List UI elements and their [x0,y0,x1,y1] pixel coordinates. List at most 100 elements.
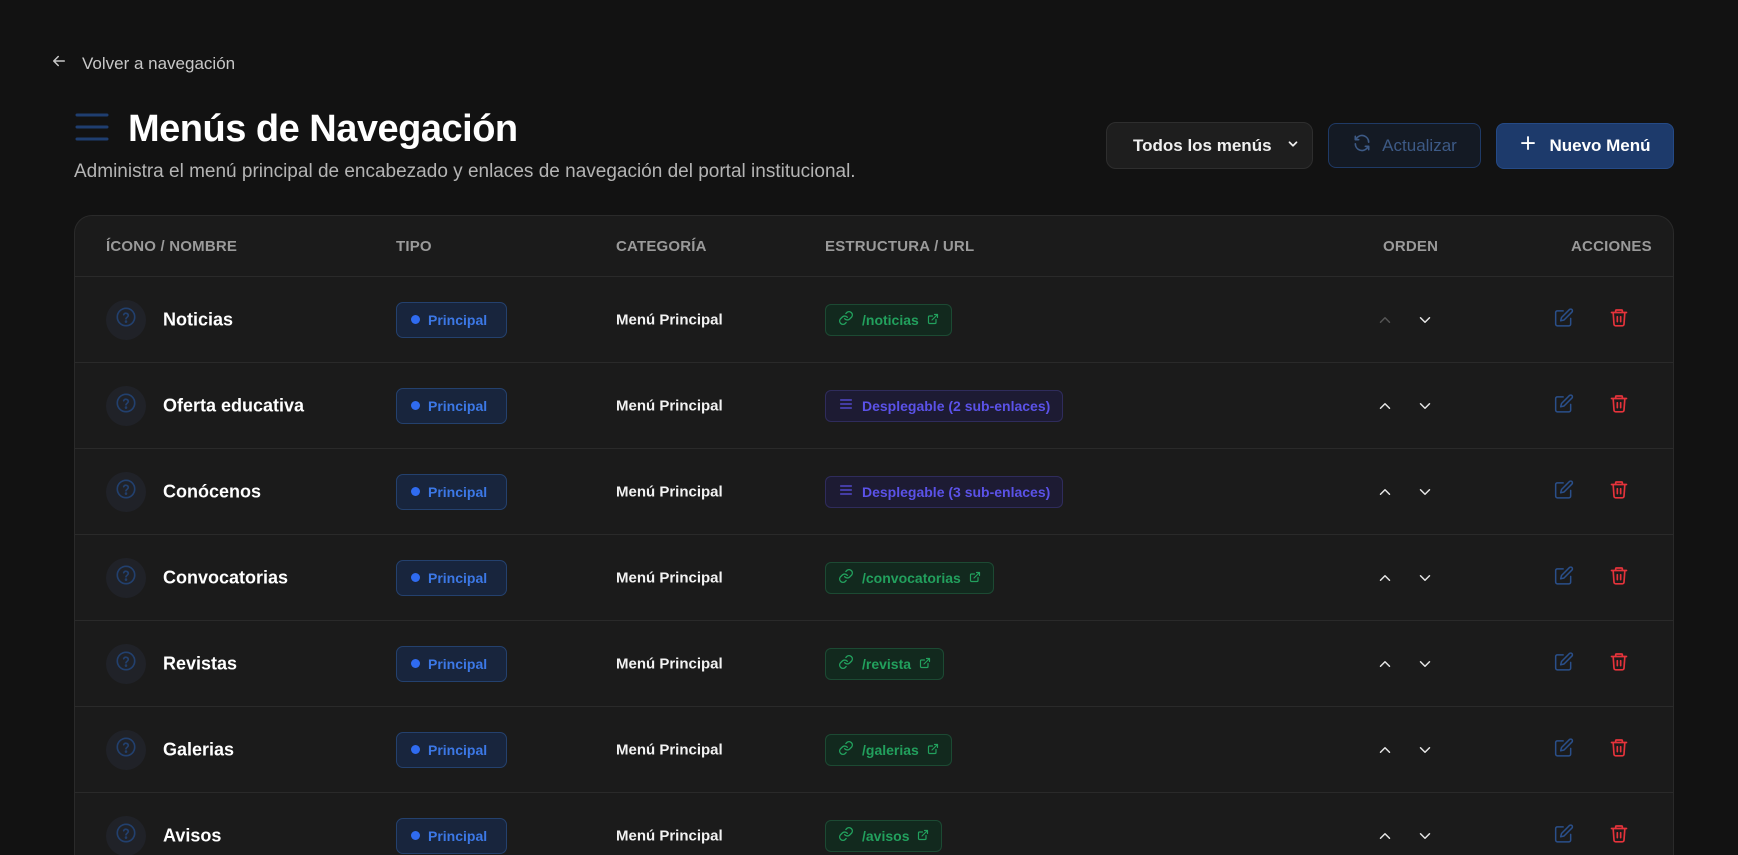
structure-pill[interactable]: /convocatorias [825,561,994,594]
type-label: Principal [428,483,488,500]
move-up-button[interactable] [1376,397,1394,415]
structure-label: Desplegable (3 sub-enlaces) [862,483,1051,500]
help-circle-icon [115,478,137,505]
type-label: Principal [428,311,488,328]
structure-pill[interactable]: /revista [825,647,945,680]
edit-button[interactable] [1554,393,1574,418]
list-icon [840,399,852,409]
delete-button[interactable] [1609,479,1629,504]
table-row: Oferta educativa Principal Menú Principa… [75,363,1673,449]
type-dot [411,659,420,668]
menu-item-name: Revistas [163,653,238,673]
menu-item-name: Oferta educativa [163,395,305,415]
structure-label: /revista [862,655,912,672]
category-label: Menú Principal [616,397,723,414]
type-badge: Principal [396,645,507,682]
table-row: Galerias Principal Menú Principal /galer… [75,707,1673,793]
structure-label: /convocatorias [862,569,961,586]
chevron-down-icon [1286,136,1300,156]
delete-button[interactable] [1609,651,1629,676]
structure-pill[interactable]: Desplegable (3 sub-enlaces) [825,475,1064,508]
menu-filter-select[interactable]: Todos los menús [1106,122,1313,169]
chevron-up-icon [1379,402,1391,409]
edit-button[interactable] [1554,651,1574,676]
edit-button[interactable] [1554,307,1574,332]
category-label: Menú Principal [616,569,723,586]
help-circle-icon [115,564,137,591]
move-down-button[interactable] [1416,655,1434,673]
order-controls [1376,397,1434,415]
move-down-button[interactable] [1416,311,1434,329]
chevron-down-icon [1419,832,1431,839]
order-controls [1376,483,1434,501]
move-up-button[interactable] [1376,655,1394,673]
type-badge: Principal [396,301,507,338]
edit-button[interactable] [1554,737,1574,762]
back-link[interactable]: Volver a navegación [50,52,235,75]
column-header-structure: ESTRUCTURA / URL [825,238,975,255]
type-dot [411,315,420,324]
trash-icon [1610,394,1628,413]
table-row: Convocatorias Principal Menú Principal /… [75,535,1673,621]
refresh-button[interactable]: Actualizar [1328,123,1481,168]
type-badge: Principal [396,473,507,510]
category-label: Menú Principal [616,483,723,500]
category-label: Menú Principal [616,827,723,844]
delete-button[interactable] [1609,823,1629,848]
menu-item-icon [106,557,146,598]
new-menu-label: Nuevo Menú [1549,135,1651,155]
column-header-name: ÍCONO / NOMBRE [106,238,238,255]
new-menu-button[interactable]: Nuevo Menú [1496,122,1674,169]
structure-pill[interactable]: Desplegable (2 sub-enlaces) [825,389,1064,422]
chevron-down-icon [1419,574,1431,581]
help-circle-icon [115,736,137,763]
edit-button[interactable] [1554,479,1574,504]
structure-pill[interactable]: /galerias [825,733,952,766]
type-dot [411,573,420,582]
move-up-button[interactable] [1376,569,1394,587]
menu-item-icon [106,815,146,855]
order-controls [1376,655,1434,673]
type-badge: Principal [396,731,507,768]
chevron-down-icon [1419,660,1431,667]
move-down-button[interactable] [1416,741,1434,759]
type-label: Principal [428,741,488,758]
move-up-button[interactable] [1376,483,1394,501]
trash-icon [1610,824,1628,843]
delete-button[interactable] [1609,565,1629,590]
delete-button[interactable] [1609,307,1629,332]
move-down-button[interactable] [1416,569,1434,587]
move-down-button[interactable] [1416,483,1434,501]
type-label: Principal [428,397,488,414]
order-controls [1376,311,1434,329]
type-badge: Principal [396,817,507,854]
move-up-button[interactable] [1376,741,1394,759]
move-up-button[interactable] [1376,827,1394,845]
move-up-button[interactable] [1376,311,1394,329]
menu-item-icon [106,643,146,684]
structure-pill[interactable]: /noticias [825,303,952,336]
refresh-icon [1352,133,1372,158]
order-controls [1376,569,1434,587]
trash-icon [1610,738,1628,757]
edit-icon [1554,565,1574,585]
edit-button[interactable] [1554,823,1574,848]
move-down-button[interactable] [1416,827,1434,845]
external-link-icon [969,571,980,582]
table-row: Noticias Principal Menú Principal /notic… [75,277,1673,363]
type-label: Principal [428,655,488,672]
delete-button[interactable] [1609,737,1629,762]
menu-item-icon [106,471,146,512]
structure-pill[interactable]: /avisos [825,819,943,852]
help-circle-icon [115,306,137,333]
trash-icon [1610,652,1628,671]
chevron-up-icon [1379,746,1391,753]
edit-button[interactable] [1554,565,1574,590]
toolbar: Todos los menús Actualizar Nuevo Menú [1106,122,1674,169]
delete-button[interactable] [1609,393,1629,418]
move-down-button[interactable] [1416,397,1434,415]
back-link-label: Volver a navegación [82,53,236,73]
external-link-icon [919,657,931,668]
type-badge: Principal [396,559,507,596]
chevron-up-icon [1379,316,1391,323]
